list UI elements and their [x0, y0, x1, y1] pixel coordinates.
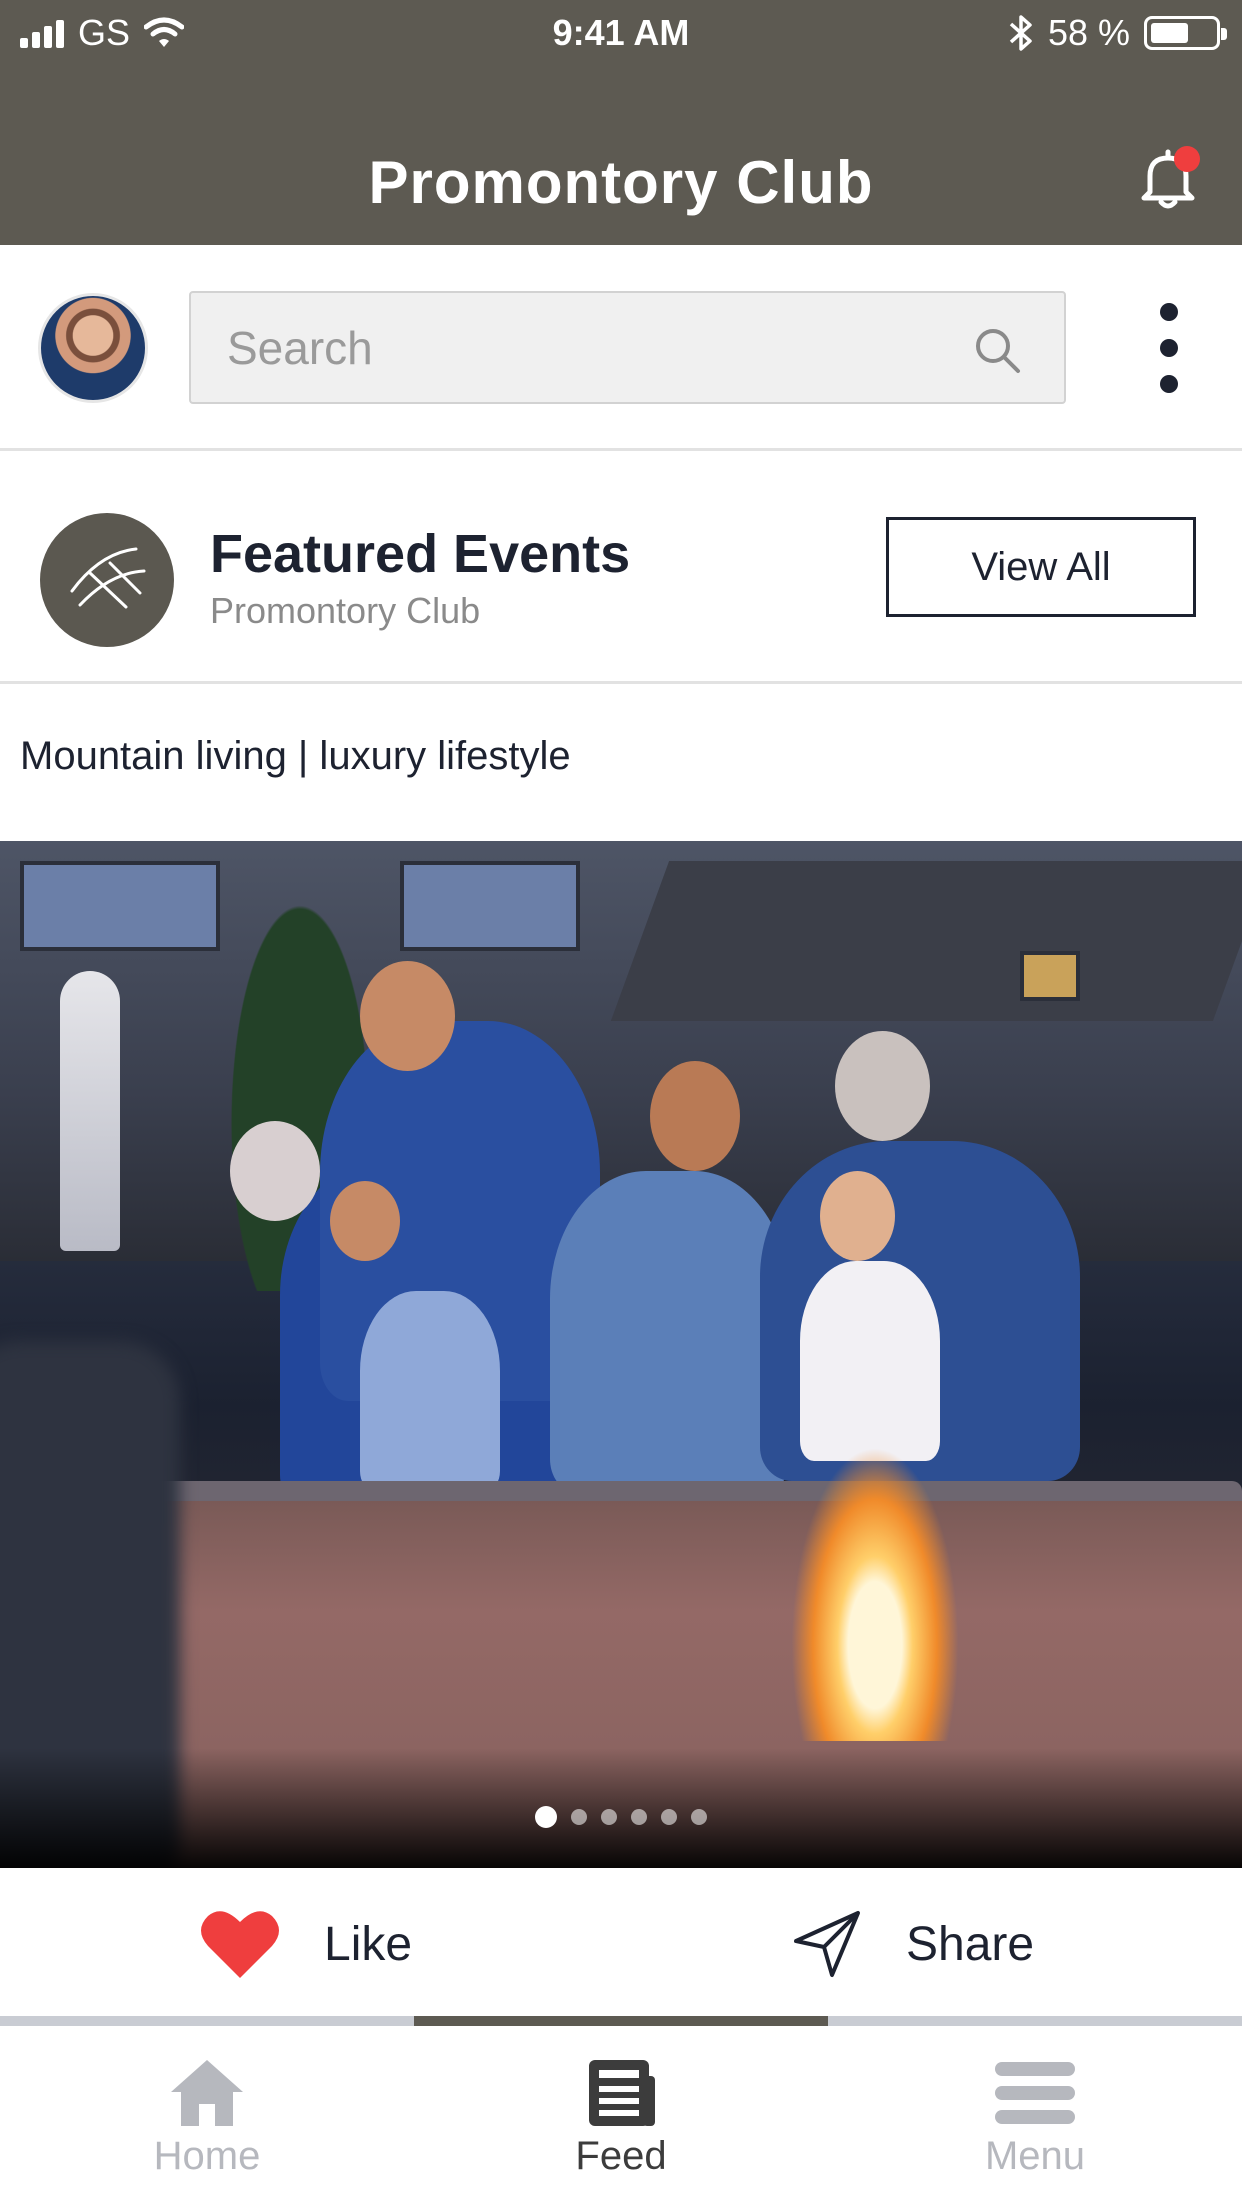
status-bar: GS 9:41 AM 58 % [0, 0, 1242, 68]
home-icon [171, 2059, 243, 2126]
search-row [0, 245, 1242, 451]
notification-badge [1174, 146, 1200, 172]
carousel-dot[interactable] [535, 1806, 557, 1828]
carousel-dot[interactable] [631, 1809, 647, 1825]
search-icon[interactable] [972, 325, 1022, 375]
carousel-dot[interactable] [661, 1809, 677, 1825]
carousel-dot[interactable] [691, 1809, 707, 1825]
tab-menu[interactable]: Menu [828, 2026, 1242, 2208]
tab-home-label: Home [153, 2133, 261, 2178]
user-avatar[interactable] [38, 293, 148, 403]
club-logo-mark [70, 547, 146, 609]
top-bar: GS 9:41 AM 58 % Promontory Club [0, 0, 1242, 245]
share-label: Share [906, 1917, 1035, 1971]
photo-umbrella [60, 971, 120, 1251]
carousel-dot[interactable] [571, 1809, 587, 1825]
photo-fire [780, 1421, 970, 1741]
carousel-dots[interactable] [0, 1806, 1242, 1828]
active-tab-indicator [414, 2016, 828, 2026]
notifications-button[interactable] [1138, 146, 1200, 210]
club-logo[interactable] [40, 513, 174, 647]
photo-people [200, 961, 1200, 1511]
tab-menu-label: Menu [984, 2133, 1086, 2178]
tab-bar: Home Feed Menu [0, 2016, 1242, 2208]
tab-home[interactable]: Home [0, 2026, 414, 2208]
share-button[interactable]: Share [792, 1868, 1034, 2020]
newspaper-icon [589, 2059, 655, 2126]
send-icon [794, 1911, 860, 1977]
menu-icon [995, 2061, 1075, 2124]
more-vertical-icon[interactable] [1154, 303, 1184, 393]
like-label: Like [324, 1917, 413, 1971]
featured-header: Featured Events Promontory Club View All [0, 451, 1242, 684]
carousel-dot[interactable] [601, 1809, 617, 1825]
battery-percent: 58 % [1047, 12, 1130, 53]
event-photo[interactable] [0, 841, 1242, 1868]
battery-icon [1144, 16, 1227, 50]
featured-title: Featured Events [210, 524, 631, 584]
heart-icon [201, 1911, 279, 1978]
post-actions: Like Share [0, 1868, 1242, 2020]
app-title: Promontory Club [368, 149, 874, 216]
tab-feed[interactable]: Feed [414, 2026, 828, 2208]
like-button[interactable]: Like [200, 1868, 412, 2020]
tab-feed-label: Feed [575, 2133, 667, 2178]
search-input[interactable] [191, 293, 1064, 402]
post-caption: Mountain living | luxury lifestyle [20, 734, 571, 778]
battery-fill [1151, 23, 1188, 43]
view-all-button[interactable]: View All [886, 517, 1196, 617]
status-right: 58 % [1008, 12, 1227, 54]
featured-subtitle: Promontory Club [210, 590, 481, 631]
search-box[interactable] [189, 291, 1066, 404]
bluetooth-icon [1009, 15, 1032, 51]
